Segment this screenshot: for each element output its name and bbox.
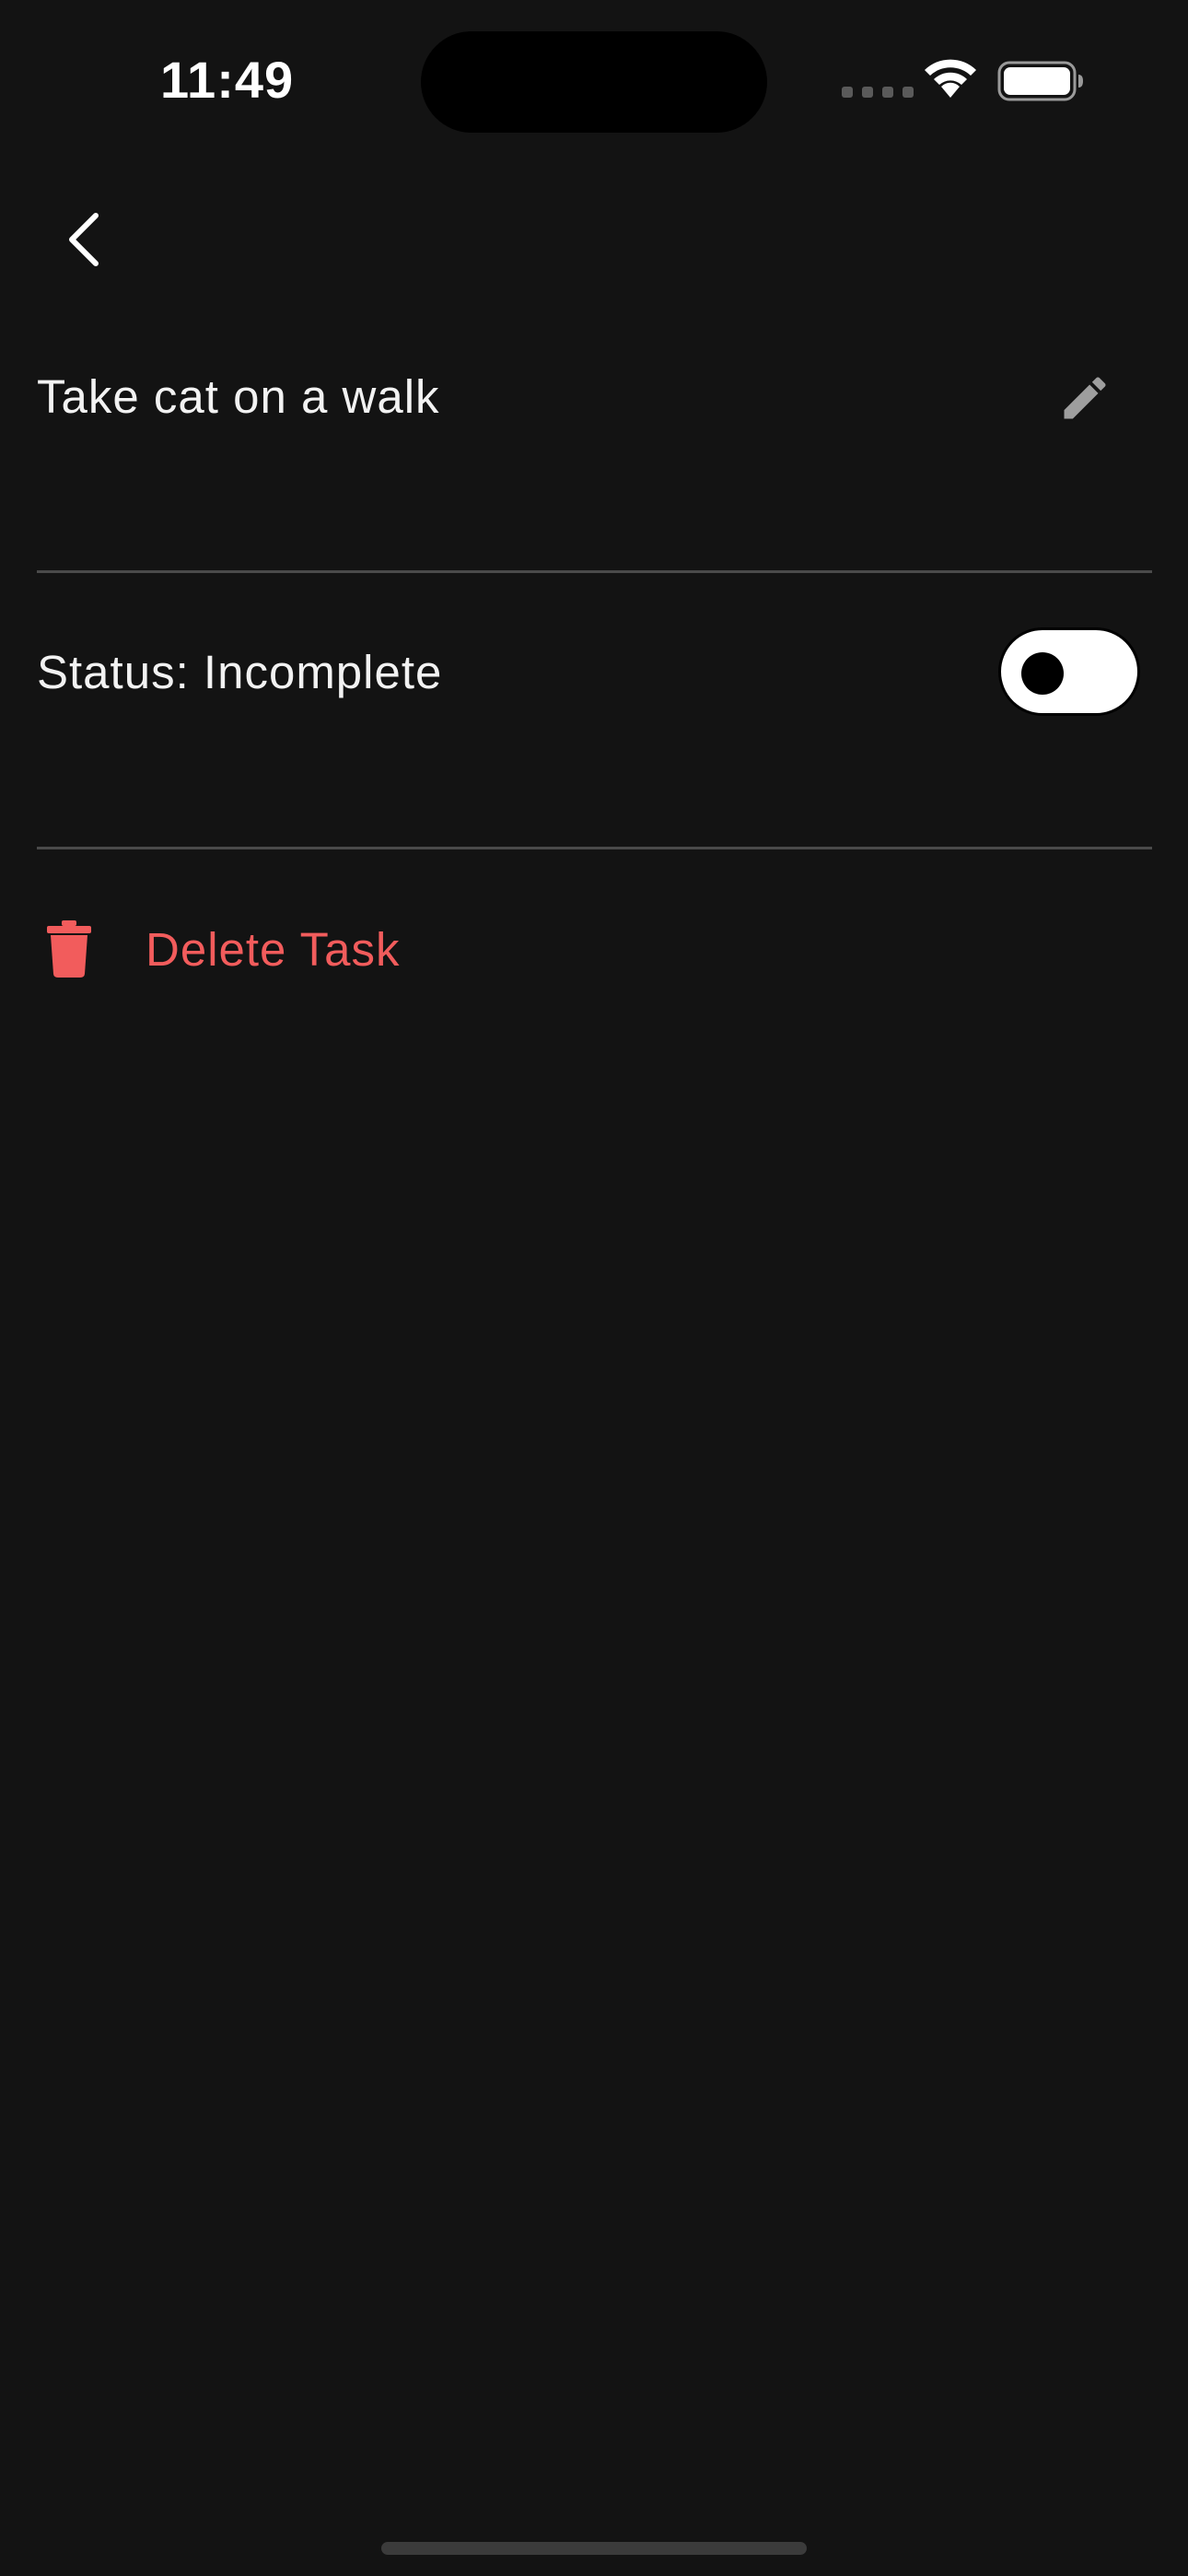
- home-indicator[interactable]: [381, 2542, 807, 2555]
- status-label: Status: Incomplete: [37, 645, 443, 698]
- delete-task-button[interactable]: Delete Task: [37, 912, 401, 986]
- divider: [37, 570, 1152, 573]
- chevron-left-icon: [69, 213, 99, 266]
- wifi-icon: [921, 57, 980, 104]
- battery-icon: [997, 61, 1084, 106]
- task-title: Take cat on a walk: [37, 369, 440, 423]
- pencil-icon: [1064, 377, 1106, 419]
- divider: [37, 847, 1152, 849]
- status-bar: 11:49: [0, 0, 1188, 147]
- toggle-knob: [1021, 652, 1064, 695]
- task-title-row: Take cat on a walk: [37, 364, 1151, 428]
- cellular-signal-icon: [842, 87, 914, 98]
- dynamic-island: [421, 31, 767, 133]
- edit-task-button[interactable]: [1048, 361, 1122, 435]
- delete-task-label: Delete Task: [146, 922, 401, 976]
- trash-icon: [37, 917, 101, 981]
- status-row: Status: Incomplete: [37, 639, 1151, 704]
- back-button[interactable]: [46, 203, 120, 276]
- status-toggle[interactable]: [998, 627, 1140, 716]
- status-time: 11:49: [160, 51, 295, 109]
